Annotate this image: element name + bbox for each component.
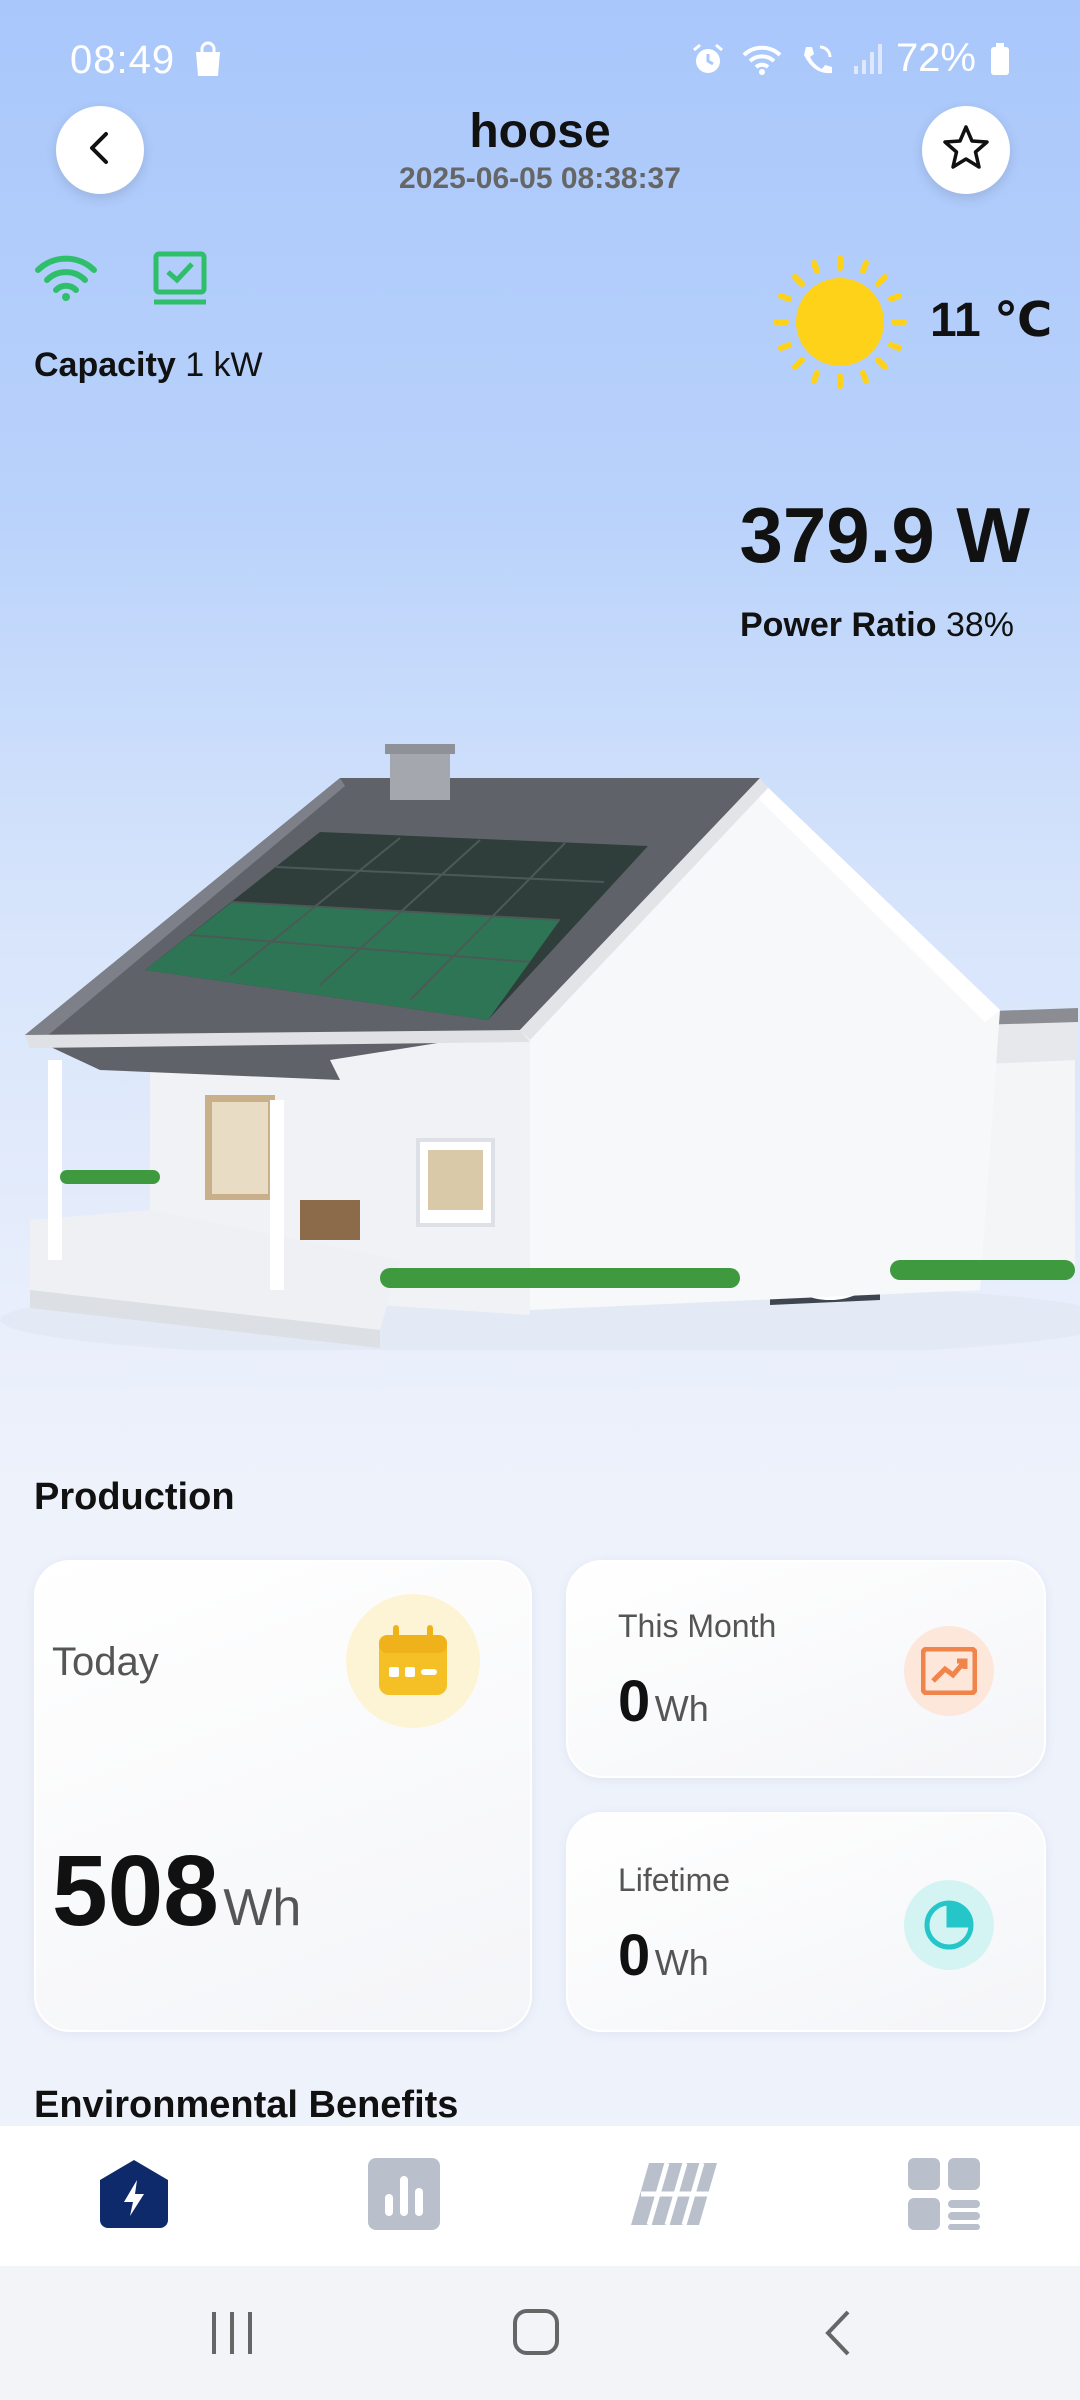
pie-chart-icon (904, 1880, 994, 1970)
status-bar: 08:49 72% (0, 0, 1080, 120)
lifetime-value-row: 0 Wh (618, 1922, 709, 1989)
signal-icon (852, 42, 882, 76)
nav-panels[interactable] (631, 2156, 717, 2236)
month-production-card[interactable]: This Month 0 Wh (566, 1560, 1046, 1778)
month-value: 0 (618, 1669, 651, 1734)
lightning-icon (96, 2158, 172, 2235)
capacity-value: 1 kW (185, 346, 263, 384)
battery-percent: 72% (895, 36, 976, 80)
current-power: 379.9 W (739, 491, 1030, 579)
today-production-card[interactable]: Today 508 Wh (34, 1560, 532, 2032)
lifetime-unit: Wh (654, 1942, 709, 1983)
shopping-bag-icon (190, 40, 226, 83)
wifi-icon (740, 41, 784, 77)
solar-panel-icon (629, 2161, 719, 2232)
battery-icon (990, 42, 1010, 76)
alarm-icon (690, 41, 726, 77)
sun-icon (770, 252, 910, 397)
wifi-icon (34, 250, 98, 307)
favorite-button[interactable] (922, 106, 1010, 194)
system-back-button[interactable] (820, 2308, 856, 2363)
today-label: Today (52, 1640, 159, 1684)
environmental-benefits-title: Environmental Benefits (34, 2084, 459, 2126)
star-icon (940, 122, 992, 179)
bar-chart-icon (368, 2157, 440, 2235)
system-navigation-bar (0, 2266, 1080, 2400)
bottom-navigation (0, 2126, 1080, 2266)
house-illustration (0, 730, 1080, 1360)
recent-apps-button[interactable] (208, 2310, 256, 2361)
today-unit: Wh (223, 1879, 302, 1937)
page-title: hoose (469, 105, 611, 158)
month-value-row: 0 Wh (618, 1668, 709, 1735)
lifetime-value: 0 (618, 1923, 651, 1988)
wifi-call-icon (798, 41, 838, 77)
nav-more[interactable] (904, 2156, 984, 2236)
power-ratio-label: Power Ratio (740, 606, 937, 644)
home-button[interactable] (512, 2308, 560, 2361)
grid-menu-icon (908, 2157, 980, 2235)
temperature: 11 ℃ (930, 294, 1053, 347)
month-unit: Wh (654, 1688, 709, 1729)
lifetime-production-card[interactable]: Lifetime 0 Wh (566, 1812, 1046, 2032)
calendar-icon (346, 1594, 480, 1728)
lifetime-label: Lifetime (618, 1862, 731, 1898)
nav-statistics[interactable] (364, 2156, 444, 2236)
power-ratio-value: 38% (945, 606, 1014, 644)
today-value-row: 508 Wh (52, 1834, 301, 1949)
status-time: 08:49 (70, 38, 176, 82)
capacity-label: Capacity (34, 346, 176, 384)
status-icons: 72% (690, 36, 1010, 81)
nav-overview[interactable] (94, 2156, 174, 2236)
last-updated-time: 2025-06-05 08:38:37 (399, 162, 681, 195)
production-title: Production (34, 1476, 235, 1518)
today-value: 508 (52, 1835, 219, 1947)
power-ratio: Power Ratio 38% (740, 606, 1014, 645)
trend-chart-icon (904, 1626, 994, 1716)
month-label: This Month (618, 1608, 777, 1644)
capacity: Capacity 1 kW (34, 346, 263, 385)
monitor-check-icon (152, 250, 208, 313)
